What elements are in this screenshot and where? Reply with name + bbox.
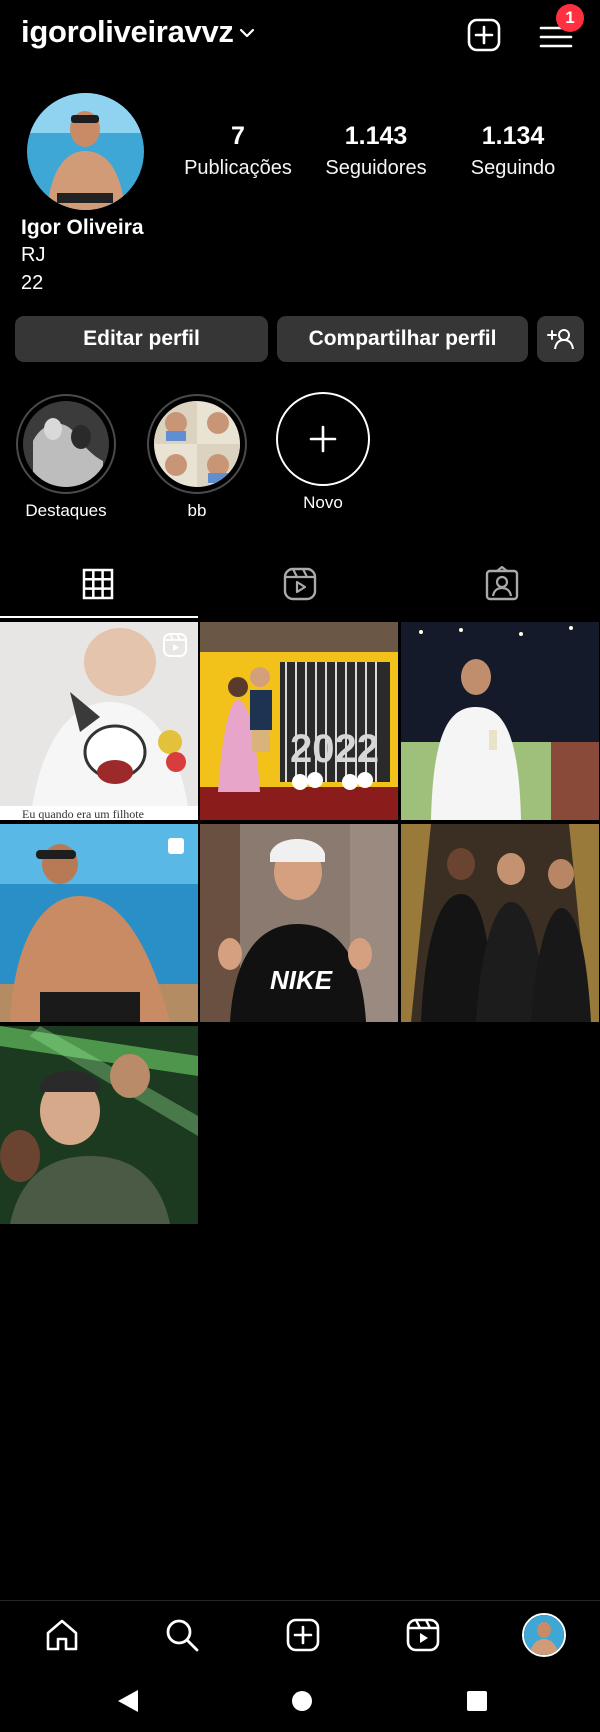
username-title[interactable]: igoroliveiravvz bbox=[21, 14, 234, 50]
recents-icon[interactable] bbox=[466, 1690, 488, 1712]
home-system-icon[interactable] bbox=[291, 1690, 313, 1712]
bottom-navigation bbox=[0, 1600, 600, 1670]
share-profile-button[interactable]: Compartilhar perfil bbox=[277, 316, 528, 362]
followers-count[interactable]: 1.143 Seguidores bbox=[301, 122, 451, 180]
profile-name: Igor Oliveira bbox=[21, 216, 144, 239]
post-thumbnail-5[interactable]: NIKE bbox=[200, 824, 398, 1022]
bio-line-age: 22 bbox=[21, 272, 44, 294]
reels-icon[interactable] bbox=[405, 1617, 441, 1653]
highlight-ring bbox=[147, 394, 247, 494]
following-count[interactable]: 1.134 Seguindo bbox=[438, 122, 588, 180]
home-icon[interactable] bbox=[44, 1617, 80, 1653]
highlight-label: Destaques bbox=[25, 501, 107, 520]
post-thumbnail-2[interactable]: 2022 bbox=[200, 622, 398, 820]
post-thumbnail-1[interactable]: Eu quando era um filhote bbox=[0, 622, 198, 820]
tagged-icon[interactable] bbox=[484, 566, 520, 602]
new-highlight-ring bbox=[276, 392, 370, 486]
highlight-label: bb bbox=[187, 501, 207, 520]
active-tab-indicator bbox=[0, 616, 198, 618]
reels-tab-icon[interactable] bbox=[282, 566, 318, 602]
notification-badge: 1 bbox=[556, 4, 584, 32]
posts-count[interactable]: 7 Publicações bbox=[163, 122, 313, 180]
post-thumbnail-6[interactable] bbox=[401, 824, 599, 1022]
followers-count-value: 1.143 bbox=[344, 122, 408, 150]
profile-avatar[interactable] bbox=[27, 93, 144, 210]
following-count-value: 1.134 bbox=[481, 122, 545, 150]
post-thumbnail-3[interactable] bbox=[401, 622, 599, 820]
highlight-destaques[interactable]: Destaques bbox=[14, 394, 118, 521]
add-person-icon bbox=[546, 329, 574, 350]
post-thumbnail-4[interactable] bbox=[0, 824, 198, 1022]
back-icon[interactable] bbox=[116, 1688, 140, 1714]
grid-icon[interactable] bbox=[80, 566, 116, 602]
carousel-indicator-icon bbox=[168, 838, 184, 854]
reel-indicator-icon bbox=[163, 633, 187, 657]
system-navigation-bar bbox=[0, 1670, 600, 1732]
posts-count-label: Publicações bbox=[184, 157, 292, 179]
highlight-new[interactable]: Novo bbox=[271, 392, 375, 513]
chevron-down-icon[interactable] bbox=[238, 24, 256, 42]
post-caption-text: Eu quando era um filhote bbox=[22, 807, 144, 820]
followers-count-label: Seguidores bbox=[325, 157, 427, 179]
highlight-bb[interactable]: bb bbox=[145, 394, 249, 521]
top-bar: igoroliveiravvz 1 bbox=[0, 0, 600, 72]
following-count-label: Seguindo bbox=[470, 157, 556, 179]
bio-line-location: RJ bbox=[21, 244, 46, 266]
search-icon[interactable] bbox=[164, 1617, 200, 1653]
highlight-label: Novo bbox=[303, 493, 343, 512]
create-icon[interactable] bbox=[285, 1617, 321, 1653]
post-thumbnail-7[interactable] bbox=[0, 1026, 198, 1224]
profile-avatar-nav[interactable] bbox=[522, 1613, 566, 1657]
discover-people-button[interactable] bbox=[537, 316, 584, 362]
svg-text:2022: 2022 bbox=[290, 727, 379, 771]
shirt-logo-text: NIKE bbox=[270, 965, 333, 995]
highlight-ring bbox=[16, 394, 116, 494]
create-post-icon[interactable] bbox=[466, 17, 502, 53]
posts-count-value: 7 bbox=[231, 122, 245, 150]
edit-profile-button[interactable]: Editar perfil bbox=[15, 316, 268, 362]
plus-icon bbox=[309, 425, 337, 453]
